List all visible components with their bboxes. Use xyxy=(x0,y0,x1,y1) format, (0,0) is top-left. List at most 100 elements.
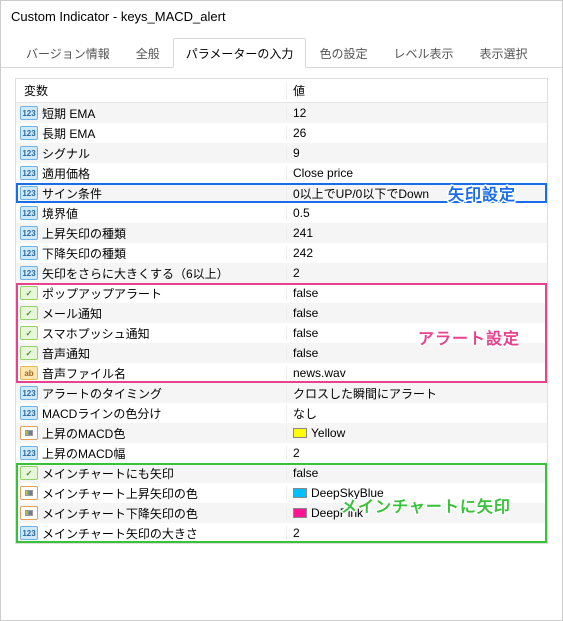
tabbar: バージョン情報 全般 パラメーターの入力 色の設定 レベル表示 表示選択 xyxy=(1,31,562,68)
cell-value[interactable]: Yellow xyxy=(286,426,547,440)
color-swatch xyxy=(293,488,307,498)
cell-value[interactable]: 2 xyxy=(286,266,547,280)
cell-variable: 123短期 EMA xyxy=(16,105,286,122)
table-row[interactable]: 123矢印をさらに大きくする（6以上）2 xyxy=(16,263,547,283)
param-name: メインチャート上昇矢印の色 xyxy=(42,485,198,502)
param-name: 音声通知 xyxy=(42,345,90,362)
param-name: アラートのタイミング xyxy=(42,385,162,402)
param-name: 適用価格 xyxy=(42,165,90,182)
param-name: メール通知 xyxy=(42,305,102,322)
cell-variable: 123下降矢印の種類 xyxy=(16,245,286,262)
table-row[interactable]: 123 アラートのタイミング クロスした瞬間にアラート xyxy=(16,383,547,403)
table-row[interactable]: ✓ スマホプッシュ通知 false xyxy=(16,323,547,343)
cell-value[interactable]: false xyxy=(286,286,547,300)
param-value: news.wav xyxy=(293,366,346,380)
table-row[interactable]: 上昇のMACD色 Yellow xyxy=(16,423,547,443)
table-row[interactable]: 123適用価格Close price xyxy=(16,163,547,183)
cell-value[interactable]: false xyxy=(286,326,547,340)
cell-value[interactable]: false xyxy=(286,346,547,360)
table-row[interactable]: ab音声ファイル名news.wav xyxy=(16,363,547,383)
param-name: 上昇のMACD色 xyxy=(42,425,125,442)
param-value: 0以上でUP/0以下でDown xyxy=(293,185,429,202)
param-value: false xyxy=(293,346,318,360)
color-type-icon xyxy=(20,426,38,440)
cell-value[interactable]: DeepPink xyxy=(286,506,547,520)
cell-variable: ✓ ポップアップアラート xyxy=(16,285,286,302)
table-row[interactable]: 123 メインチャート矢印の大きさ 2 xyxy=(16,523,547,543)
param-name: ポップアップアラート xyxy=(42,285,162,302)
table-row[interactable]: ✓ ポップアップアラート false xyxy=(16,283,547,303)
param-name: 下降矢印の種類 xyxy=(42,245,126,262)
cell-value[interactable]: なし xyxy=(286,405,547,422)
color-swatch xyxy=(293,428,307,438)
table-row[interactable]: 123長期 EMA26 xyxy=(16,123,547,143)
cell-variable: ✓メインチャートにも矢印 xyxy=(16,465,286,482)
cell-value[interactable]: クロスした瞬間にアラート xyxy=(286,385,547,402)
table-row[interactable]: ✓メール通知false xyxy=(16,303,547,323)
number-type-icon: 123 xyxy=(20,526,38,540)
tab-general[interactable]: 全般 xyxy=(123,38,173,68)
cell-value[interactable]: 26 xyxy=(286,126,547,140)
tab-version[interactable]: バージョン情報 xyxy=(13,38,123,68)
cell-value[interactable]: news.wav xyxy=(286,366,547,380)
table-row[interactable]: 123 シグナル 9 xyxy=(16,143,547,163)
color-type-icon xyxy=(20,486,38,500)
table-row[interactable]: 123上昇矢印の種類241 xyxy=(16,223,547,243)
param-name: MACDラインの色分け xyxy=(42,405,161,422)
param-value: DeepSkyBlue xyxy=(311,486,384,500)
cell-variable: メインチャート下降矢印の色 xyxy=(16,505,286,522)
param-name: シグナル xyxy=(42,145,90,162)
param-name: メインチャート下降矢印の色 xyxy=(42,505,198,522)
number-type-icon: 123 xyxy=(20,106,38,120)
cell-variable: 123 メインチャート矢印の大きさ xyxy=(16,525,286,542)
number-type-icon: 123 xyxy=(20,206,38,220)
param-name: 境界値 xyxy=(42,205,78,222)
number-type-icon: 123 xyxy=(20,386,38,400)
bool-type-icon: ✓ xyxy=(20,326,38,340)
bool-type-icon: ✓ xyxy=(20,466,38,480)
table-row[interactable]: 123MACDラインの色分けなし xyxy=(16,403,547,423)
bool-type-icon: ✓ xyxy=(20,286,38,300)
param-value: false xyxy=(293,326,318,340)
cell-variable: ✓メール通知 xyxy=(16,305,286,322)
param-name: 上昇のMACD幅 xyxy=(42,445,125,462)
cell-value[interactable]: false xyxy=(286,466,547,480)
cell-value[interactable]: DeepSkyBlue xyxy=(286,486,547,500)
param-value: 241 xyxy=(293,226,313,240)
number-type-icon: 123 xyxy=(20,146,38,160)
cell-value[interactable]: 0以上でUP/0以下でDown xyxy=(286,185,547,202)
cell-value[interactable]: 12 xyxy=(286,106,547,120)
table-row[interactable]: メインチャート上昇矢印の色 DeepSkyBlue xyxy=(16,483,547,503)
cell-value[interactable]: false xyxy=(286,306,547,320)
cell-value[interactable]: 2 xyxy=(286,526,547,540)
cell-value[interactable]: 0.5 xyxy=(286,206,547,220)
param-value: 9 xyxy=(293,146,300,160)
table-row[interactable]: 123 境界値 0.5 xyxy=(16,203,547,223)
table-row[interactable]: ✓メインチャートにも矢印false xyxy=(16,463,547,483)
table-row[interactable]: ✓音声通知false xyxy=(16,343,547,363)
tab-colors[interactable]: 色の設定 xyxy=(306,38,380,68)
table-row[interactable]: 123短期 EMA12 xyxy=(16,103,547,123)
parameter-grid: 変数 値 123短期 EMA12123長期 EMA26123シグナル9123適用… xyxy=(15,78,548,544)
param-name: スマホプッシュ通知 xyxy=(42,325,150,342)
cell-value[interactable]: Close price xyxy=(286,166,547,180)
tab-parameters[interactable]: パラメーターの入力 xyxy=(173,38,307,68)
table-row[interactable]: 123サイン条件0以上でUP/0以下でDown xyxy=(16,183,547,203)
table-row[interactable]: 123上昇のMACD幅2 xyxy=(16,443,547,463)
window-title: Custom Indicator - keys_MACD_alert xyxy=(11,9,226,24)
table-row[interactable]: メインチャート下降矢印の色 DeepPink xyxy=(16,503,547,523)
header-value: 値 xyxy=(286,82,547,99)
param-value: 26 xyxy=(293,126,306,140)
cell-value[interactable]: 242 xyxy=(286,246,547,260)
param-value: 0.5 xyxy=(293,206,310,220)
cell-value[interactable]: 241 xyxy=(286,226,547,240)
cell-variable: 123 境界値 xyxy=(16,205,286,222)
tab-levels[interactable]: レベル表示 xyxy=(380,38,466,68)
param-value: DeepPink xyxy=(311,506,363,520)
tab-display[interactable]: 表示選択 xyxy=(466,38,540,68)
table-row[interactable]: 123下降矢印の種類242 xyxy=(16,243,547,263)
window: Custom Indicator - keys_MACD_alert バージョン… xyxy=(0,0,563,621)
param-name: メインチャート矢印の大きさ xyxy=(42,525,198,542)
cell-value[interactable]: 2 xyxy=(286,446,547,460)
cell-value[interactable]: 9 xyxy=(286,146,547,160)
